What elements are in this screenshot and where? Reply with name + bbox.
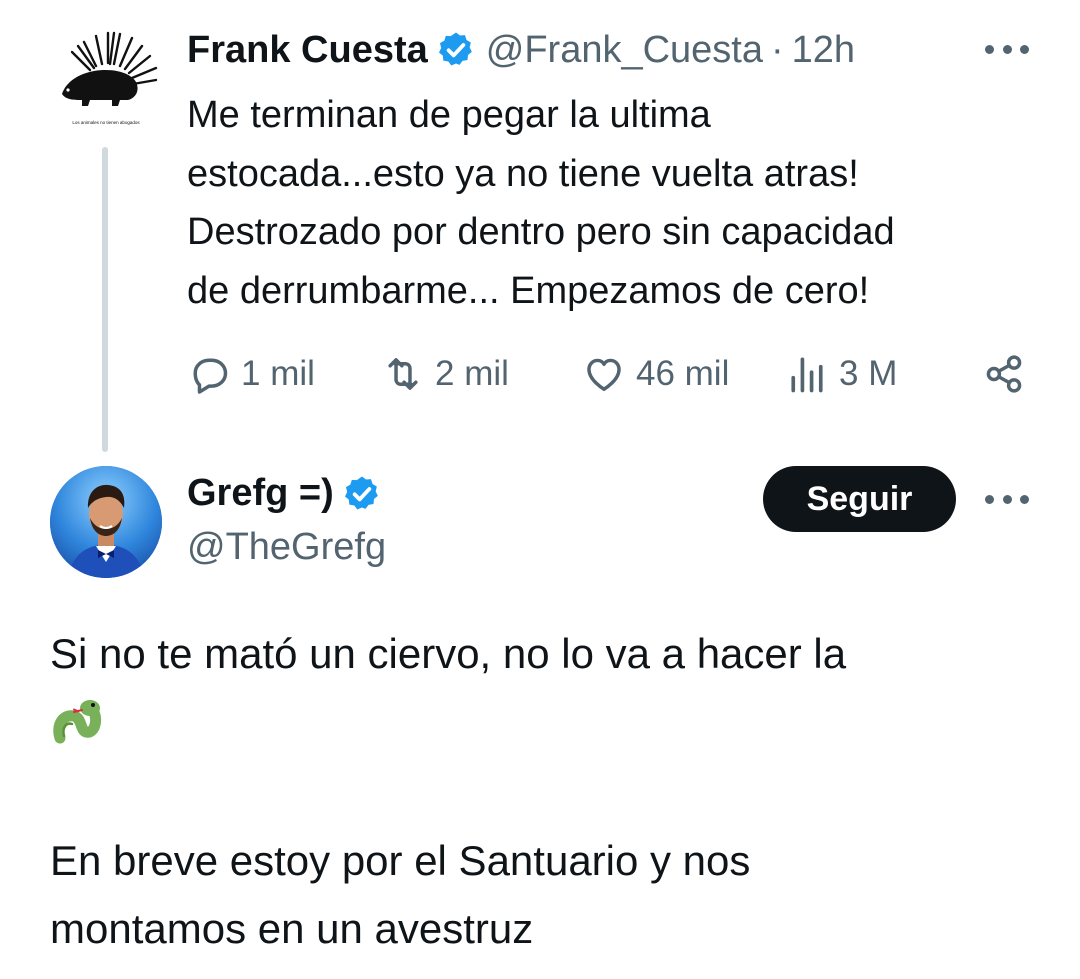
tweet-text-line: Destrozado por dentro pero sin capacidad	[187, 211, 895, 253]
avatar-photo	[50, 466, 162, 578]
separator-dot: ·	[771, 28, 784, 71]
author-handle[interactable]: @Frank_Cuesta	[486, 29, 763, 72]
more-options-icon[interactable]	[985, 39, 1029, 59]
views-button[interactable]: 3 M	[785, 345, 897, 403]
tweet-time[interactable]: 12h	[792, 29, 855, 72]
retweet-icon	[388, 358, 418, 390]
quoted-tweet-text: Me terminan de pegar la ultima estocada.…	[187, 86, 1047, 320]
tweet-text-line: montamos en un avestruz	[50, 905, 534, 952]
author-handle[interactable]: @TheGrefg	[187, 526, 386, 569]
main-tweet-author: Grefg =)	[187, 472, 392, 515]
author-name[interactable]: Frank Cuesta	[187, 29, 428, 72]
author-name[interactable]: Grefg =)	[187, 472, 334, 515]
quoted-tweet-header: Frank Cuesta @Frank_Cuesta · 12h	[187, 26, 855, 74]
verified-badge-icon	[344, 476, 378, 509]
tweet-text-line: En breve estoy por el Santuario y nos	[50, 837, 751, 884]
tweet-text-line: estocada...esto ya no tiene vuelta atras…	[187, 152, 859, 195]
grefg-avatar[interactable]	[50, 466, 162, 578]
snake-emoji	[50, 692, 110, 752]
porcupine-logo: Los animales no tienen abogados	[62, 31, 158, 125]
reply-button[interactable]: 1 mil	[187, 345, 315, 403]
retweet-count: 2 mil	[435, 354, 509, 393]
tweet-actions-bar: 1 mil 2 mil 46 mil 3 M	[187, 345, 1032, 403]
tweet-text-line: Si no te mató un ciervo, no lo va a hace…	[50, 630, 847, 677]
thread-line	[102, 147, 108, 452]
more-options-icon[interactable]	[985, 489, 1029, 509]
share-icon	[986, 355, 1022, 393]
tweet-text-line: de derrumbarme... Empezamos de cero!	[187, 269, 870, 312]
retweet-button[interactable]: 2 mil	[381, 345, 509, 403]
share-button[interactable]	[982, 345, 1036, 403]
like-button[interactable]: 46 mil	[582, 345, 729, 403]
tweet-text-line: Me terminan de pegar la ultima	[187, 94, 711, 136]
frank-cuesta-avatar[interactable]: Los animales no tienen abogados	[50, 24, 162, 136]
reply-icon	[193, 358, 228, 394]
like-count: 46 mil	[636, 354, 730, 393]
avatar-caption: Los animales no tienen abogados	[72, 120, 140, 125]
verified-badge-icon	[438, 32, 472, 66]
follow-button[interactable]: Seguir	[763, 466, 956, 532]
views-count: 3 M	[839, 354, 898, 393]
like-icon	[587, 358, 621, 391]
views-icon	[791, 357, 823, 393]
reply-count: 1 mil	[241, 354, 315, 393]
